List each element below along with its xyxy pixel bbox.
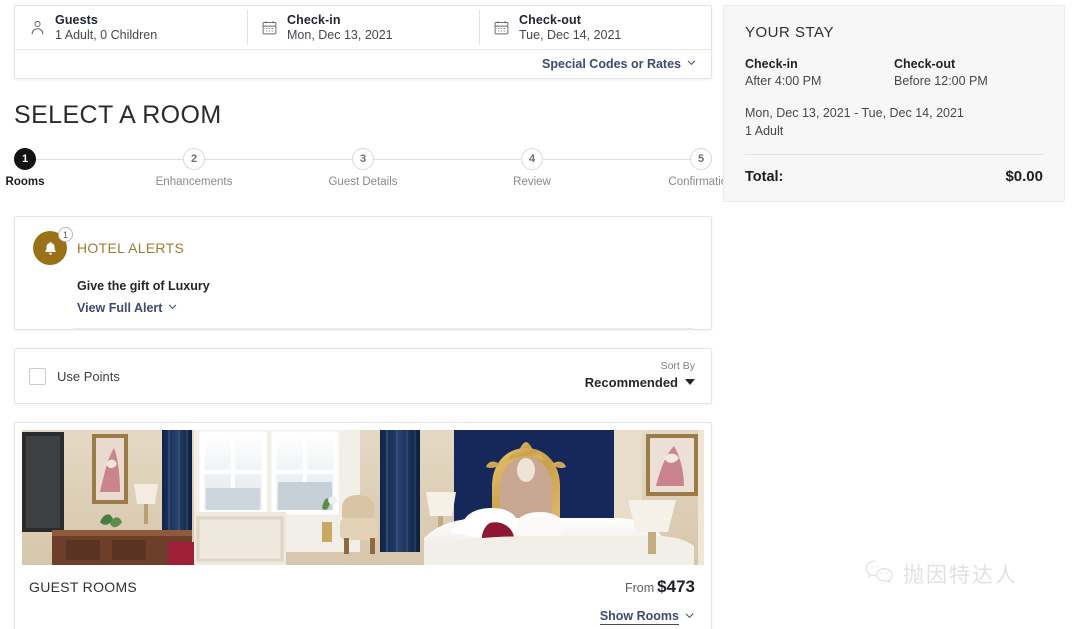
- step-rooms[interactable]: 1 Rooms: [6, 148, 44, 188]
- show-rooms-link[interactable]: Show Rooms: [599, 609, 695, 625]
- stay-occupancy: 1 Adult: [745, 124, 784, 139]
- hotel-alerts-title: HOTEL ALERTS: [77, 240, 185, 256]
- search-summary-bar: Guests 1 Adult, 0 Children Check-in Mon,…: [14, 5, 712, 79]
- room-card-footer: GUEST ROOMS From $473 Show Rooms: [15, 565, 711, 629]
- step-number: 1: [14, 148, 36, 170]
- stay-checkout-block: Check-out Before 12:00 PM: [894, 57, 1043, 88]
- room-filter-bar: Use Points Sort By Recommended: [14, 348, 712, 404]
- checkout-value: Tue, Dec 14, 2021: [519, 27, 622, 42]
- hotel-alerts-body: Give the gift of Luxury View Full Alert: [33, 279, 693, 317]
- sort-by-value-row: Recommended: [585, 375, 695, 390]
- view-full-alert-link[interactable]: View Full Alert: [77, 301, 178, 315]
- step-label: Guest Details: [328, 176, 398, 188]
- step-label: Rooms: [5, 176, 45, 188]
- alert-badge-count: 1: [58, 227, 73, 242]
- hotel-alerts-card: 1 HOTEL ALERTS Give the gift of Luxury V…: [14, 216, 712, 330]
- step-connector: [205, 158, 352, 160]
- sort-by-dropdown[interactable]: Sort By Recommended: [585, 360, 695, 392]
- step-label: Review: [513, 176, 551, 188]
- step-review[interactable]: 4 Review: [513, 148, 551, 188]
- use-points-label: Use Points: [57, 368, 120, 384]
- show-rooms-label: Show Rooms: [599, 609, 679, 625]
- calendar-icon: [261, 19, 278, 36]
- step-enhancements[interactable]: 2 Enhancements: [156, 148, 232, 188]
- your-stay-panel: YOUR STAY Check-in After 4:00 PM Check-o…: [723, 5, 1065, 203]
- checkout-field[interactable]: Check-out Tue, Dec 14, 2021: [479, 6, 711, 49]
- stay-checkin-label: Check-in: [745, 57, 798, 71]
- room-price-prefix: From: [625, 581, 655, 595]
- checkin-field[interactable]: Check-in Mon, Dec 13, 2021: [247, 6, 479, 49]
- stay-divider: [745, 154, 1043, 156]
- sidebar: YOUR STAY Check-in After 4:00 PM Check-o…: [723, 5, 1065, 203]
- checkout-label: Check-out: [519, 12, 582, 27]
- special-codes-label: Special Codes or Rates: [542, 57, 681, 71]
- step-number: 5: [690, 148, 712, 170]
- guests-value: 1 Adult, 0 Children: [55, 27, 158, 42]
- checkin-label: Check-in: [287, 12, 341, 27]
- chevron-down-icon: [167, 301, 178, 315]
- step-connector: [36, 158, 183, 160]
- page-title: SELECT A ROOM: [14, 101, 222, 129]
- wechat-icon: [864, 558, 894, 589]
- watermark: 抛因特达人: [864, 558, 1018, 589]
- alert-headline: Give the gift of Luxury: [77, 279, 210, 293]
- step-number: 4: [521, 148, 543, 170]
- chevron-down-icon: [684, 610, 695, 624]
- stay-checkin-value: After 4:00 PM: [745, 74, 822, 88]
- alert-bell-wrapper: 1: [33, 227, 73, 265]
- step-confirmation[interactable]: 5 Confirmation: [668, 148, 734, 188]
- person-icon: [29, 19, 46, 36]
- stay-checkout-value: Before 12:00 PM: [894, 74, 988, 88]
- room-card-guest-rooms: GUEST ROOMS From $473 Show Rooms: [14, 422, 712, 629]
- step-number: 2: [183, 148, 205, 170]
- stay-date-range: Mon, Dec 13, 2021 - Tue, Dec 14, 2021: [745, 106, 964, 120]
- watermark-text: 抛因特达人: [903, 562, 1018, 587]
- stay-checkout-label: Check-out: [894, 57, 956, 71]
- use-points-toggle[interactable]: Use Points: [29, 367, 120, 385]
- checkin-value: Mon, Dec 13, 2021: [287, 27, 393, 42]
- main-content: Guests 1 Adult, 0 Children Check-in Mon,…: [6, 5, 734, 629]
- special-codes-link[interactable]: Special Codes or Rates: [542, 57, 697, 71]
- calendar-icon: [493, 19, 510, 36]
- your-stay-title: YOUR STAY: [745, 24, 834, 41]
- booking-page: Guests 1 Adult, 0 Children Check-in Mon,…: [0, 0, 1080, 629]
- guests-label: Guests: [55, 12, 98, 27]
- room-photo-illustration: [22, 430, 704, 565]
- step-connector: [543, 158, 690, 160]
- step-connector: [374, 158, 521, 160]
- room-name: GUEST ROOMS: [29, 579, 138, 595]
- caret-down-icon: [685, 379, 695, 386]
- room-price-block: From $473: [625, 577, 695, 597]
- room-price: $473: [657, 577, 695, 596]
- room-photo: [22, 430, 704, 565]
- stay-checkin-block: Check-in After 4:00 PM: [745, 57, 894, 88]
- booking-stepper: 1 Rooms 2 Enhancements 3 Guest Details 4…: [6, 148, 734, 196]
- use-points-checkbox[interactable]: [29, 367, 46, 385]
- your-stay-times: Check-in After 4:00 PM Check-out Before …: [745, 57, 1043, 88]
- search-fields-row: Guests 1 Adult, 0 Children Check-in Mon,…: [15, 6, 711, 50]
- special-codes-row: Special Codes or Rates: [15, 50, 711, 78]
- alerts-divider: [73, 328, 693, 329]
- stay-total-label: Total:: [745, 169, 784, 186]
- stay-details: Mon, Dec 13, 2021 - Tue, Dec 14, 2021 1 …: [745, 104, 1043, 140]
- step-number: 3: [352, 148, 374, 170]
- step-guest-details[interactable]: 3 Guest Details: [328, 148, 398, 188]
- guests-field[interactable]: Guests 1 Adult, 0 Children: [15, 6, 247, 49]
- chevron-down-icon: [686, 57, 697, 71]
- sort-by-value: Recommended: [584, 374, 678, 390]
- view-full-alert-label: View Full Alert: [77, 301, 163, 315]
- stay-total-value: $0.00: [1005, 168, 1043, 186]
- stay-total-row: Total: $0.00: [745, 168, 1043, 185]
- hotel-alerts-header: 1 HOTEL ALERTS: [33, 227, 693, 265]
- sort-by-label: Sort By: [660, 360, 695, 373]
- step-label: Enhancements: [155, 176, 233, 188]
